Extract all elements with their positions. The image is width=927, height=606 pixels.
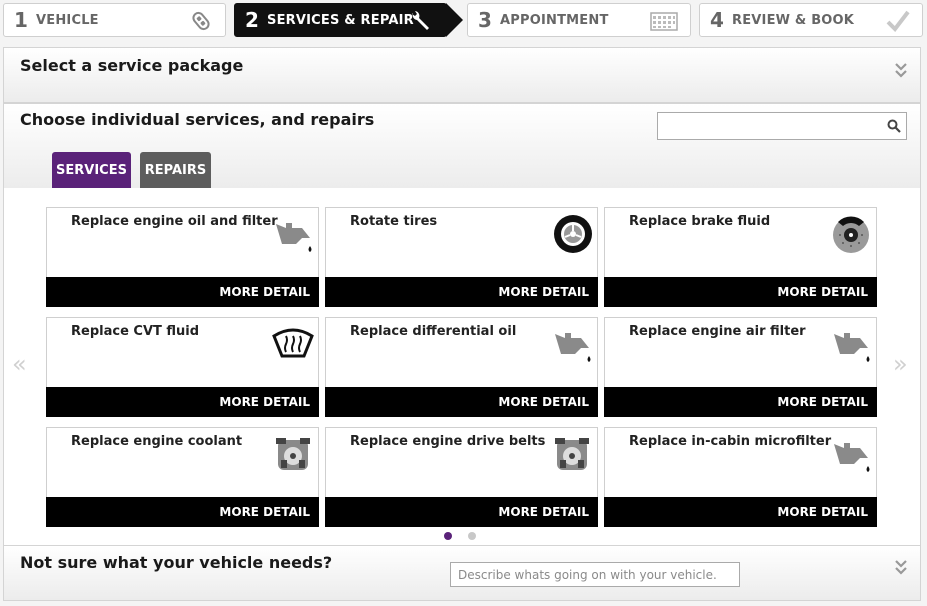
vehicle-needs-title: Not sure what your vehicle needs? <box>20 553 333 572</box>
step-label: REVIEW & BOOK <box>732 12 855 28</box>
description-input[interactable] <box>456 563 740 586</box>
tab-repairs[interactable]: REPAIRS <box>140 152 211 188</box>
step-vehicle[interactable]: 1 VEHICLE <box>3 3 226 37</box>
service-title: Replace engine air filter <box>629 324 806 339</box>
service-search <box>657 112 907 140</box>
more-detail-button[interactable]: MORE DETAIL <box>325 277 598 307</box>
oil-can-icon <box>555 333 591 362</box>
step-review-book[interactable]: 4 REVIEW & BOOK <box>699 3 923 37</box>
pagination-dot[interactable] <box>468 532 476 540</box>
search-icon[interactable] <box>887 119 901 133</box>
service-title: Replace engine coolant <box>71 434 243 449</box>
engine-icon <box>555 438 589 470</box>
service-card[interactable]: Replace in-cabin microfilter MORE DETAIL <box>604 427 877 527</box>
more-detail-button[interactable]: MORE DETAIL <box>46 277 319 307</box>
individual-services-title: Choose individual services, and repairs <box>20 110 375 129</box>
service-card[interactable]: Rotate tires MORE DETAIL <box>325 207 598 307</box>
step-number: 2 <box>245 8 259 32</box>
step-label: APPOINTMENT <box>500 12 609 28</box>
service-title: Replace engine oil and filter <box>71 214 278 229</box>
service-card[interactable]: Replace engine coolant MORE DETAIL <box>46 427 319 527</box>
more-detail-button[interactable]: MORE DETAIL <box>604 277 877 307</box>
service-title: Replace in-cabin microfilter <box>629 434 832 449</box>
progress-steps: 1 VEHICLE 2 SERVICES & REPAIR 3 APPOINTM… <box>0 0 927 44</box>
service-card[interactable]: Replace engine drive belts MORE DETAIL <box>325 427 598 527</box>
oil-can-icon <box>834 443 870 472</box>
service-title: Rotate tires <box>350 214 438 229</box>
service-card[interactable]: Replace brake fluid MORE DETAIL <box>604 207 877 307</box>
service-card[interactable]: Replace engine air filter MORE DETAIL <box>604 317 877 417</box>
service-package-title: Select a service package <box>20 56 244 75</box>
description-field <box>450 562 740 587</box>
checkmark-icon <box>886 10 910 32</box>
service-card[interactable]: Replace engine oil and filter MORE DETAI… <box>46 207 319 307</box>
service-package-panel[interactable]: Select a service package <box>3 47 921 103</box>
previous-arrow-icon[interactable]: « <box>12 350 27 378</box>
service-title: Replace CVT fluid <box>71 324 200 339</box>
more-detail-button[interactable]: MORE DETAIL <box>604 387 877 417</box>
step-services-repair[interactable]: 2 SERVICES & REPAIR <box>234 3 463 37</box>
more-detail-button[interactable]: MORE DETAIL <box>325 387 598 417</box>
pagination-dot-active[interactable] <box>444 532 452 540</box>
more-detail-button[interactable]: MORE DETAIL <box>46 497 319 527</box>
service-title: Replace engine drive belts <box>350 434 546 449</box>
car-key-icon <box>192 11 210 31</box>
more-detail-button[interactable]: MORE DETAIL <box>325 497 598 527</box>
engine-icon <box>276 438 310 470</box>
service-card[interactable]: Replace differential oil MORE DETAIL <box>325 317 598 417</box>
more-detail-button[interactable]: MORE DETAIL <box>604 497 877 527</box>
chevron-down-icon[interactable] <box>894 61 908 79</box>
tab-services[interactable]: SERVICES <box>52 152 131 188</box>
oil-can-icon <box>834 333 870 362</box>
service-title: Replace brake fluid <box>629 214 771 229</box>
chevron-down-icon[interactable] <box>894 558 908 576</box>
tire-icon <box>554 215 592 253</box>
oil-can-icon <box>276 223 312 252</box>
search-input[interactable] <box>662 113 881 139</box>
step-number: 4 <box>710 8 724 32</box>
step-label: SERVICES & REPAIR <box>267 12 414 28</box>
more-detail-button[interactable]: MORE DETAIL <box>46 387 319 417</box>
brake-disc-icon <box>833 216 869 253</box>
calendar-icon <box>650 12 678 31</box>
step-number: 3 <box>478 8 492 32</box>
step-appointment[interactable]: 3 APPOINTMENT <box>467 3 691 37</box>
defroster-icon <box>272 328 314 358</box>
next-arrow-icon[interactable]: » <box>893 350 908 378</box>
service-title: Replace differential oil <box>350 324 517 339</box>
service-card[interactable]: Replace CVT fluid MORE DETAIL <box>46 317 319 417</box>
wrench-icon <box>412 11 429 30</box>
step-label: VEHICLE <box>36 12 99 28</box>
step-number: 1 <box>14 8 28 32</box>
